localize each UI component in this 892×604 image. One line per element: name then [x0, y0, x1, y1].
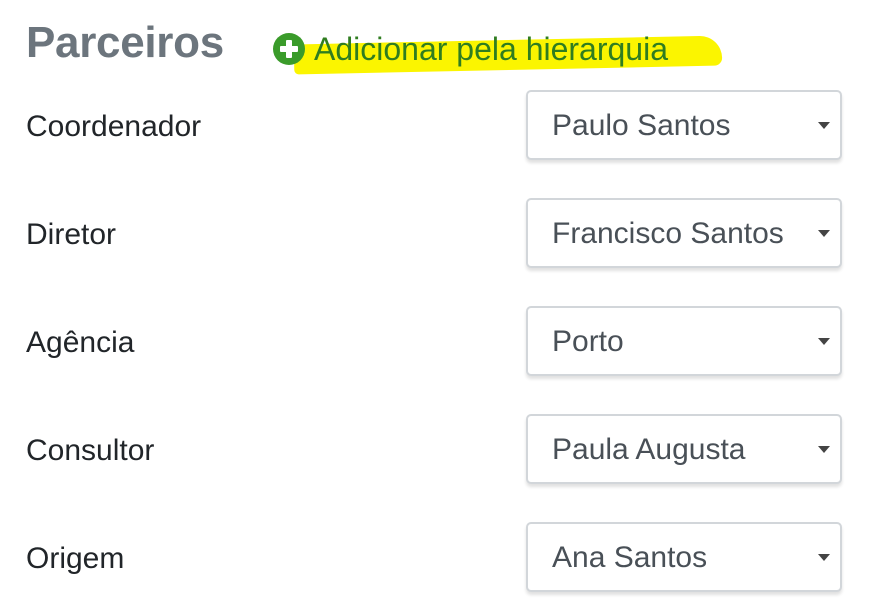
select-value: Ana Santos	[552, 541, 708, 574]
section-title: Parceiros	[26, 18, 224, 67]
coordenador-select[interactable]: Paulo Santos	[526, 90, 842, 160]
field-row-coordenador: Coordenador Paulo Santos	[26, 90, 846, 164]
field-row-consultor: Consultor Paula Augusta	[26, 414, 846, 488]
field-label: Coordenador	[26, 110, 202, 143]
caret-down-icon	[818, 230, 830, 237]
field-label: Consultor	[26, 434, 155, 467]
caret-down-icon	[818, 338, 830, 345]
field-row-origem: Origem Ana Santos	[26, 522, 846, 596]
add-by-hierarchy-label: Adicionar pela hierarquia	[314, 31, 668, 67]
caret-down-icon	[818, 554, 830, 561]
origem-select[interactable]: Ana Santos	[526, 522, 842, 592]
plus-circle-icon	[273, 33, 305, 65]
select-value: Paula Augusta	[552, 433, 746, 466]
section-header: Parceiros Adicionar pela hierarquia	[26, 12, 866, 82]
agencia-select[interactable]: Porto	[526, 306, 842, 376]
consultor-select[interactable]: Paula Augusta	[526, 414, 842, 484]
select-value: Porto	[552, 325, 624, 358]
field-row-diretor: Diretor Francisco Santos	[26, 198, 846, 272]
diretor-select[interactable]: Francisco Santos	[526, 198, 842, 268]
add-by-hierarchy-link[interactable]: Adicionar pela hierarquia	[272, 31, 723, 75]
field-label: Origem	[26, 542, 125, 575]
select-value: Paulo Santos	[552, 109, 731, 142]
field-label: Agência	[26, 326, 135, 359]
caret-down-icon	[818, 446, 830, 453]
select-value: Francisco Santos	[552, 217, 784, 250]
caret-down-icon	[818, 122, 830, 129]
field-row-agencia: Agência Porto	[26, 306, 846, 380]
field-label: Diretor	[26, 218, 117, 251]
